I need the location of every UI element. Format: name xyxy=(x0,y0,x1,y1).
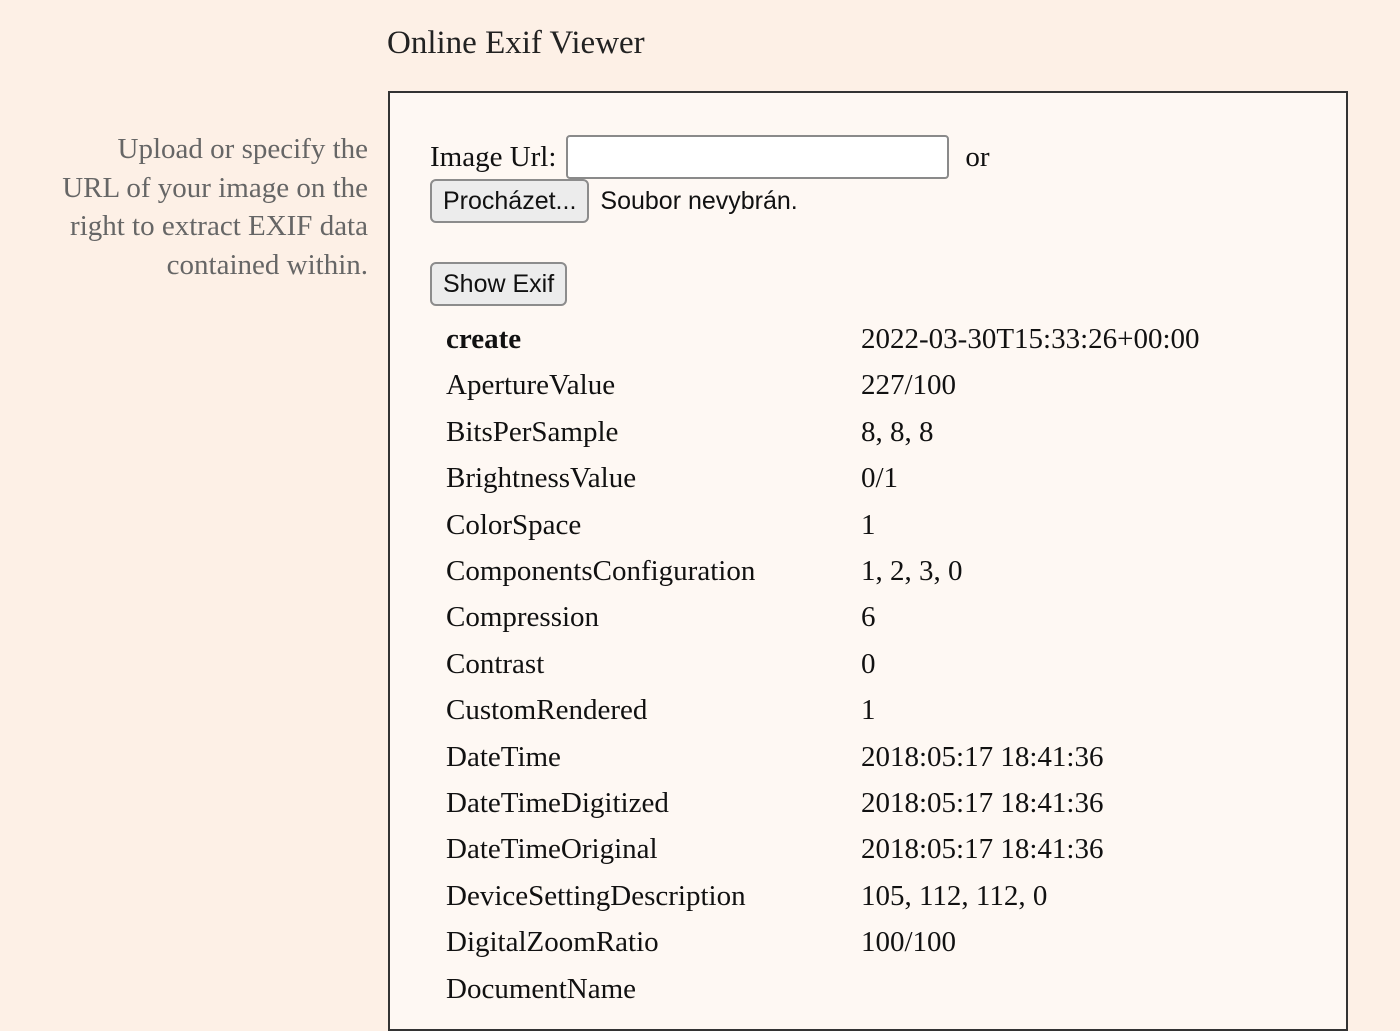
exif-value xyxy=(861,966,1200,1012)
exif-value: 105, 112, 112, 0 xyxy=(861,879,1048,912)
exif-value: 1, 2, 3, 0 xyxy=(861,555,963,588)
exif-panel: Image Url: or Procházet... Soubor nevybr… xyxy=(388,91,1348,1031)
exif-value: 227/100 xyxy=(861,369,957,402)
exif-key: BrightnessValue xyxy=(446,462,637,495)
or-text: or xyxy=(965,140,990,173)
exif-key: BitsPerSample xyxy=(446,415,619,448)
exif-value: 2022-03-30T15:33:26+00:00 xyxy=(861,323,1200,355)
exif-value: 1 xyxy=(861,694,876,727)
exif-value: 0 xyxy=(861,647,876,680)
exif-key: CustomRendered xyxy=(446,694,648,727)
exif-key: DigitalZoomRatio xyxy=(446,926,659,959)
exif-key: DeviceSettingDescription xyxy=(446,879,746,912)
exif-value: 100/100 xyxy=(861,926,957,959)
exif-key: Compression xyxy=(446,601,600,634)
exif-row: DateTime 2018:05:17 18:41:36 xyxy=(446,734,1200,780)
exif-value: 2018:05:17 18:41:36 xyxy=(861,740,1104,773)
image-url-label: Image Url: xyxy=(430,140,557,173)
exif-row: BitsPerSample 8, 8, 8 xyxy=(446,409,1200,455)
exif-row: DateTimeOriginal 2018:05:17 18:41:36 xyxy=(446,826,1200,872)
exif-row: DateTimeDigitized 2018:05:17 18:41:36 xyxy=(446,780,1200,826)
exif-value: 8, 8, 8 xyxy=(861,415,934,448)
exif-row: Compression 6 xyxy=(446,594,1200,640)
exif-value: 6 xyxy=(861,601,876,634)
sidebar-line: right to extract EXIF data xyxy=(70,210,368,242)
exif-row: CustomRendered 1 xyxy=(446,687,1200,733)
exif-row: DeviceSettingDescription 105, 112, 112, 0 xyxy=(446,873,1200,919)
exif-value: 1 xyxy=(861,508,876,541)
exif-key: ColorSpace xyxy=(446,508,582,541)
exif-row: ApertureValue 227/100 xyxy=(446,362,1200,408)
exif-key: DateTime xyxy=(446,740,561,773)
show-exif-wrap: Show Exif xyxy=(430,262,568,306)
exif-key: ApertureValue xyxy=(446,369,616,402)
exif-value: 2018:05:17 18:41:36 xyxy=(861,787,1104,820)
sidebar-line: URL of your image on the xyxy=(62,171,368,204)
sidebar-description: Upload or specify the URL of your image … xyxy=(18,130,368,284)
exif-row: BrightnessValue 0/1 xyxy=(446,455,1200,501)
exif-key: create xyxy=(446,323,522,355)
exif-row: DigitalZoomRatio 100/100 xyxy=(446,919,1200,965)
exif-row: Contrast 0 xyxy=(446,641,1200,687)
browse-button[interactable]: Procházet... xyxy=(430,179,590,223)
sidebar-line: contained within. xyxy=(166,248,368,281)
exif-value: 0/1 xyxy=(861,462,899,495)
exif-table-body: create 2022-03-30T15:33:26+00:00 ApertureV… xyxy=(446,316,1200,1012)
page-title: Online Exif Viewer xyxy=(387,25,645,61)
exif-table: create 2022-03-30T15:33:26+00:00 ApertureV… xyxy=(446,316,1200,1012)
exif-row: ComponentsConfiguration 1, 2, 3, 0 xyxy=(446,548,1200,594)
exif-key: ComponentsConfiguration xyxy=(446,555,756,588)
url-row: Image Url: or xyxy=(430,135,990,179)
exif-row: ColorSpace 1 xyxy=(446,502,1200,548)
file-picker-row: Procházet... Soubor nevybrán. xyxy=(430,179,798,223)
exif-value: 2018:05:17 18:41:36 xyxy=(861,833,1104,866)
image-url-input[interactable] xyxy=(566,135,950,179)
exif-key: Contrast xyxy=(446,647,545,680)
exif-key: DateTimeOriginal xyxy=(446,833,658,866)
exif-row: create 2022-03-30T15:33:26+00:00 xyxy=(446,316,1200,362)
show-exif-button[interactable]: Show Exif xyxy=(430,262,568,306)
file-status-text: Soubor nevybrán. xyxy=(600,186,798,215)
sidebar-line: Upload or specify the xyxy=(117,133,368,165)
exif-row: DocumentName xyxy=(446,966,1200,1012)
exif-key: DateTimeDigitized xyxy=(446,787,669,820)
exif-key: DocumentName xyxy=(446,972,637,1005)
